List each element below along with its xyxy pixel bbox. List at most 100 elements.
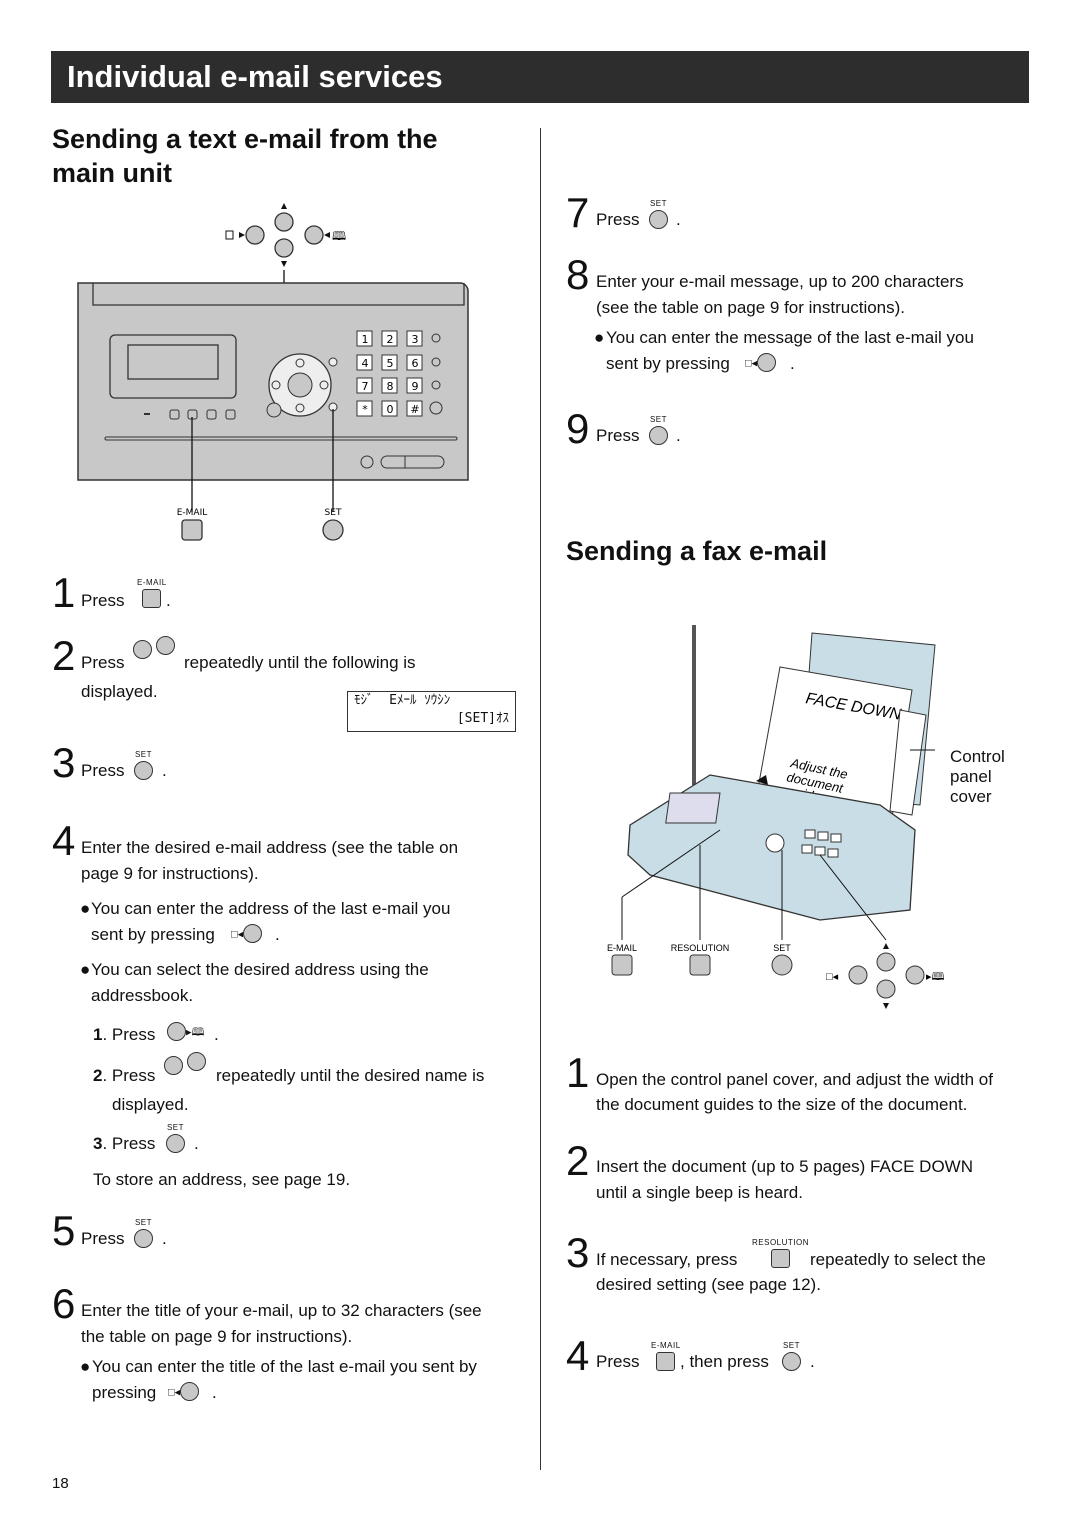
step-text: Press bbox=[596, 426, 640, 445]
step-text: Press bbox=[81, 591, 125, 610]
section-heading-fax-email: Sending a fax e-mail bbox=[566, 536, 828, 566]
note-text: To store an address, see page 19. bbox=[93, 1170, 351, 1189]
step-text: Open the control panel cover, and adjust… bbox=[596, 1070, 993, 1089]
step-text: the table on page 9 for instructions). bbox=[81, 1327, 353, 1346]
svg-text:0: 0 bbox=[387, 403, 394, 416]
bullet-text: sent by pressing bbox=[606, 354, 730, 373]
step-text: Insert the document (up to 5 pages) FACE… bbox=[596, 1157, 973, 1176]
step-text: repeatedly until the following is bbox=[184, 653, 416, 672]
step-number: 2 bbox=[52, 632, 76, 679]
svg-text:4: 4 bbox=[362, 357, 369, 370]
step-number: 1 bbox=[566, 1049, 590, 1096]
page-number: 18 bbox=[52, 1475, 69, 1492]
bullet-text: You can enter the title of the last e-ma… bbox=[92, 1357, 477, 1376]
nav-left-key-icon: □◂ bbox=[168, 1382, 200, 1401]
step-number: 9 bbox=[566, 405, 590, 452]
bullet: ● bbox=[80, 899, 91, 918]
step-number: 4 bbox=[52, 817, 76, 864]
step-number: 1 bbox=[52, 569, 76, 616]
lcd-line-1: ﾓｼﾞ Eﾒｰﾙ ｿｳｼﾝ bbox=[354, 693, 451, 708]
step-text: Enter the desired e-mail address (see th… bbox=[81, 838, 459, 857]
substep: 2. Press bbox=[93, 1066, 156, 1085]
bullet-text: sent by pressing bbox=[91, 925, 215, 944]
bullet-text: You can enter the address of the last e-… bbox=[91, 899, 451, 918]
nav-left-key-icon: □◂ bbox=[231, 924, 263, 943]
step-number: 4 bbox=[566, 1332, 590, 1379]
lcd-display: ﾓｼﾞ Eﾒｰﾙ ｿｳｼﾝ [SET]ｵｽ bbox=[347, 691, 516, 732]
step-text: until a single beep is heard. bbox=[596, 1183, 803, 1202]
resolution-button-icon: RESOLUTION bbox=[752, 1238, 809, 1268]
step-number: 5 bbox=[52, 1207, 76, 1254]
set-button-icon: SET bbox=[649, 415, 668, 445]
svg-text:6: 6 bbox=[412, 357, 419, 370]
up-down-keys-icon bbox=[164, 1052, 207, 1075]
set-label: SET bbox=[325, 508, 342, 518]
svg-text:□◂: □◂ bbox=[826, 971, 839, 983]
email-button-icon: E-MAIL bbox=[651, 1341, 681, 1371]
punctuation: . bbox=[162, 761, 167, 780]
step-text: Enter your e-mail message, up to 200 cha… bbox=[596, 272, 964, 291]
bullet: ● bbox=[594, 328, 605, 347]
callout-label: cover bbox=[950, 787, 992, 806]
step-text: (see the table on page 9 for instruction… bbox=[596, 298, 906, 317]
email-label: E-MAIL bbox=[137, 578, 167, 587]
punctuation: . bbox=[214, 1025, 219, 1044]
step-number: 3 bbox=[566, 1229, 590, 1276]
email-label: E-MAIL bbox=[607, 943, 637, 953]
set-button-icon: SET bbox=[782, 1341, 801, 1371]
svg-text:🕮: 🕮 bbox=[332, 229, 346, 243]
email-label: E-MAIL bbox=[177, 508, 208, 518]
step-number: 3 bbox=[52, 739, 76, 786]
resolution-label: RESOLUTION bbox=[671, 943, 730, 953]
step-number: 8 bbox=[566, 251, 590, 298]
svg-text:1: 1 bbox=[362, 333, 369, 346]
nav-right-key-icon: ▸🕮 bbox=[167, 1022, 205, 1043]
step-text: Press bbox=[596, 1352, 640, 1371]
nav-keys-icon bbox=[245, 212, 324, 258]
fax-machine-illustration: FACE DOWN Adjust the document guides E-M… bbox=[607, 625, 945, 1009]
substep: 1. Press bbox=[93, 1025, 156, 1044]
lcd-line-2: [SET]ｵｽ bbox=[456, 711, 509, 726]
bullet-text: You can enter the message of the last e-… bbox=[606, 328, 974, 347]
svg-text:2: 2 bbox=[387, 333, 394, 346]
step-text: Press bbox=[81, 761, 125, 780]
page-title: Individual e-mail services bbox=[67, 59, 443, 94]
substep: 3. Press bbox=[93, 1134, 156, 1153]
step-text: page 9 for instructions). bbox=[81, 864, 259, 883]
step-text: repeatedly to select the bbox=[810, 1250, 986, 1269]
email-button-icon: E-MAIL bbox=[137, 578, 167, 608]
set-label: SET bbox=[773, 943, 791, 953]
step-text: Press bbox=[596, 210, 640, 229]
punctuation: . bbox=[676, 210, 681, 229]
set-button-icon: SET bbox=[166, 1123, 185, 1153]
punctuation: . bbox=[166, 591, 171, 610]
up-down-keys-icon bbox=[133, 636, 176, 659]
step-number: 6 bbox=[52, 1280, 76, 1327]
heading-line: main unit bbox=[52, 158, 172, 188]
step-text: desired setting (see page 12). bbox=[596, 1275, 821, 1294]
set-label: SET bbox=[134, 750, 153, 759]
callout-label: panel bbox=[950, 767, 992, 786]
nav-left-key-icon: □◂ bbox=[745, 353, 777, 372]
punctuation: . bbox=[790, 354, 795, 373]
substep-text: repeatedly until the desired name is bbox=[216, 1066, 485, 1085]
svg-text:#: # bbox=[410, 403, 419, 416]
step-text: displayed. bbox=[81, 682, 158, 701]
substep-text: displayed. bbox=[112, 1095, 189, 1114]
control-panel-illustration: 🕮 1 2 3 4 5 6 7 8 9 * 0 # E-MAIL SET bbox=[77, 203, 469, 541]
svg-text:*: * bbox=[362, 403, 368, 416]
bullet-text: You can select the desired address using… bbox=[91, 960, 429, 979]
title-bar: Individual e-mail services bbox=[51, 51, 1029, 103]
step-text: If necessary, press bbox=[596, 1250, 738, 1269]
heading-line: Sending a text e-mail from the bbox=[52, 124, 438, 154]
punctuation: . bbox=[162, 1229, 167, 1248]
bullet-text: pressing bbox=[92, 1383, 157, 1402]
set-button-icon: SET bbox=[649, 199, 668, 229]
callout-label: Control bbox=[950, 747, 1005, 766]
set-button-icon: SET bbox=[134, 750, 153, 780]
step-text: the document guides to the size of the d… bbox=[596, 1095, 968, 1114]
section-heading-text-email: Sending a text e-mail from the main unit bbox=[52, 122, 438, 190]
step-text: Press bbox=[81, 653, 125, 672]
punctuation: . bbox=[275, 925, 280, 944]
column-divider bbox=[540, 128, 541, 1470]
